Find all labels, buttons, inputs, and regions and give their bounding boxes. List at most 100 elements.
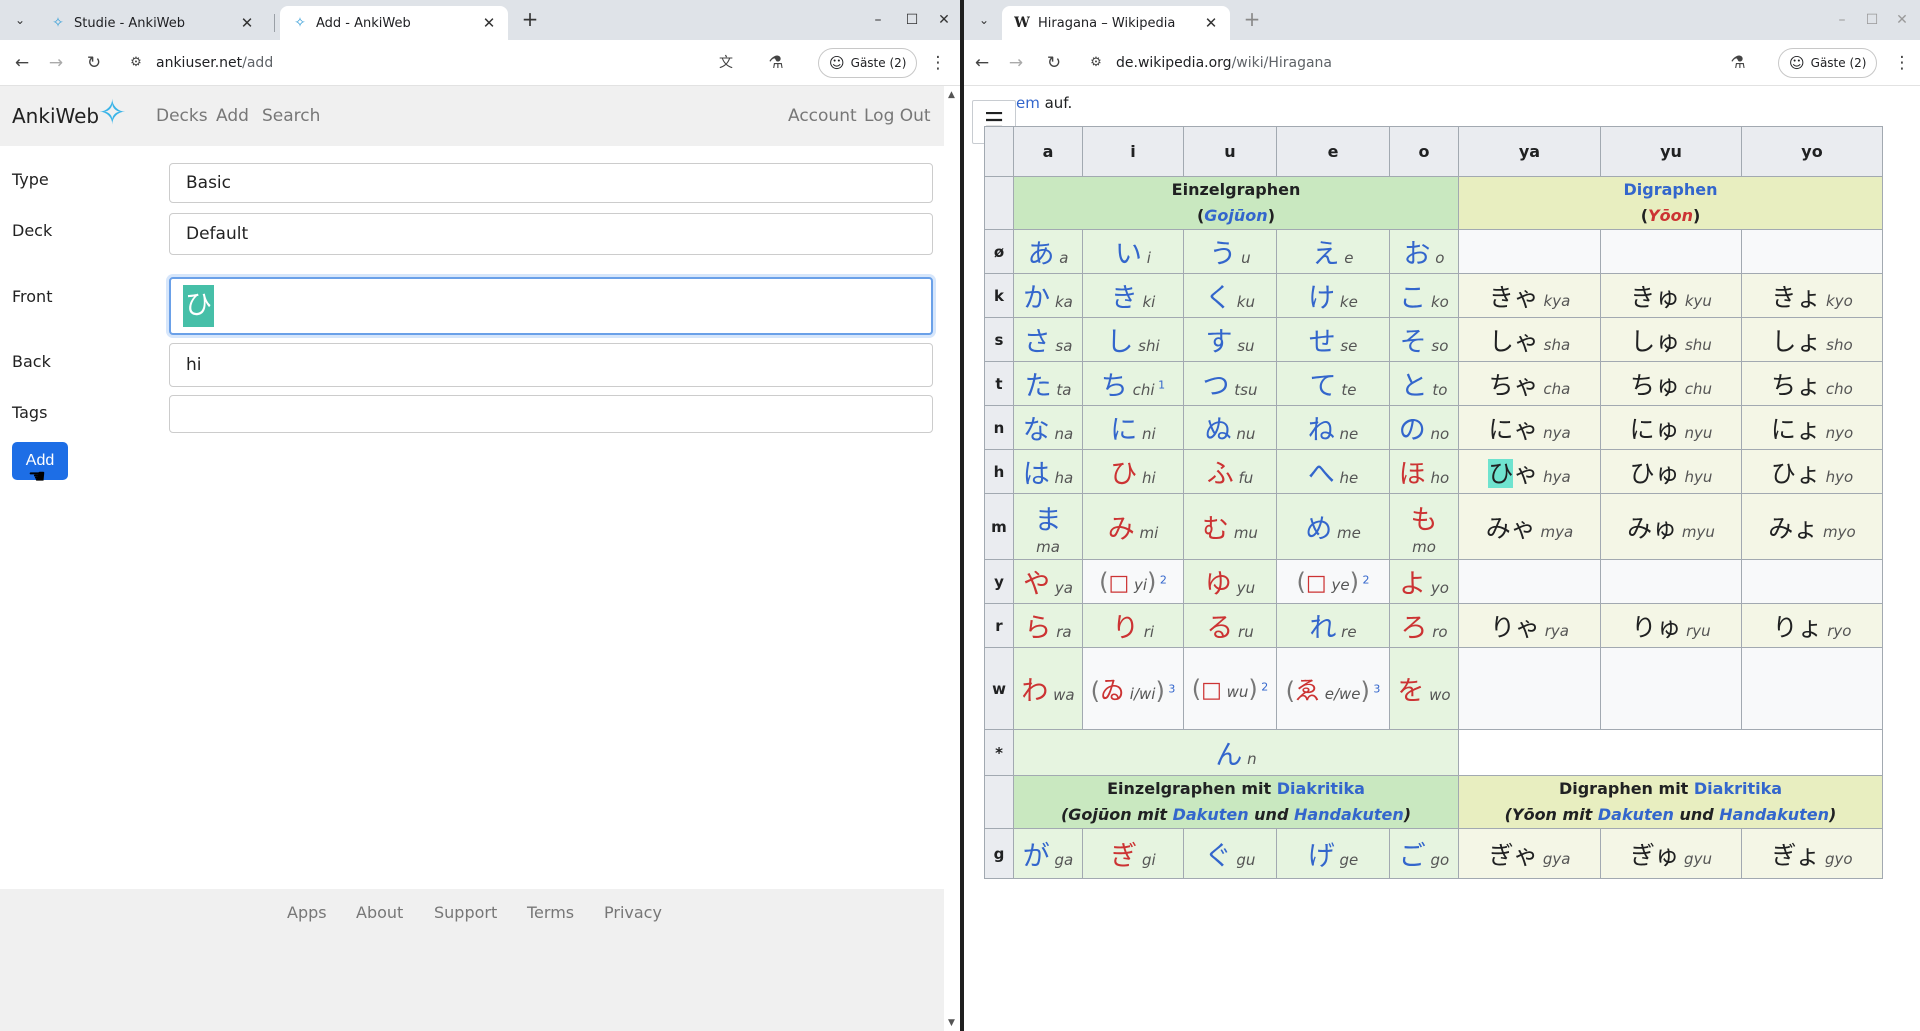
article-link[interactable]: em [1016, 94, 1040, 112]
diakritika-link[interactable]: Diakritika [1277, 779, 1365, 798]
profile-button[interactable]: ☺ Gäste (2) [1778, 48, 1878, 78]
reload-icon[interactable]: ↻ [1042, 51, 1066, 75]
highlighted-kana: ひ [1488, 458, 1514, 488]
back-icon[interactable]: ← [10, 51, 34, 75]
tab-add[interactable]: ✧ Add - AnkiWeb ✕ [280, 6, 508, 40]
kana-glyph: ひ [1110, 459, 1138, 490]
profile-button[interactable]: ☺ Gäste (2) [818, 48, 918, 78]
window-close-icon[interactable]: ✕ [932, 8, 956, 32]
handakuten-link[interactable]: Handakuten [1719, 805, 1829, 824]
footnote-link[interactable]: 3 [1165, 682, 1175, 695]
close-icon[interactable]: ✕ [238, 14, 256, 32]
type-select[interactable]: Basic [169, 163, 933, 203]
anki-star-icon: ✧ [52, 15, 64, 31]
scroll-up-arrow-icon[interactable]: ▲ [948, 90, 955, 100]
digraph-glyph: みょ [1768, 513, 1819, 543]
group-title: Digraphen mit [1558, 779, 1694, 798]
paren: ) [1403, 805, 1412, 824]
menu-kebab-icon[interactable]: ⋮ [926, 51, 950, 75]
kana-cell: が ga [1013, 828, 1083, 879]
diakritika-link[interactable]: Diakritika [1694, 779, 1782, 798]
kana-cell: お o [1389, 229, 1459, 274]
romaji: ra [1051, 623, 1072, 641]
kana-glyph: ま [1034, 504, 1062, 536]
kana-glyph: ご [1398, 841, 1426, 872]
scroll-down-arrow-icon[interactable]: ▼ [948, 1018, 955, 1028]
footnote-link[interactable]: 2 [1258, 680, 1268, 693]
romaji: i [1142, 249, 1151, 267]
column-header: o [1389, 126, 1459, 177]
romaji: wa [1048, 686, 1075, 704]
kana-cell: て te [1276, 361, 1390, 406]
romaji: nyu [1679, 423, 1713, 442]
tags-field[interactable] [169, 395, 933, 433]
window-close-icon[interactable]: ✕ [1890, 8, 1914, 32]
kana-cell: る ru [1183, 603, 1277, 648]
tab-hiragana[interactable]: W Hiragana – Wikipedia ✕ [1002, 6, 1230, 40]
site-settings-icon[interactable]: ⚙ [124, 51, 148, 75]
new-tab-button[interactable]: + [518, 8, 542, 32]
close-icon[interactable]: ✕ [1202, 14, 1220, 32]
footnote-link[interactable]: 1 [1155, 379, 1165, 392]
footer-support[interactable]: Support [434, 903, 497, 922]
nav-add[interactable]: Add [216, 106, 249, 126]
digraph-cell: ぎゅ gyu [1600, 828, 1742, 879]
minimize-icon[interactable]: – [866, 8, 890, 32]
maximize-icon[interactable]: ☐ [900, 8, 924, 32]
dakuten-link[interactable]: Dakuten [1598, 805, 1674, 824]
footnote-link[interactable]: 3 [1370, 682, 1380, 695]
footnote-link[interactable]: 2 [1359, 573, 1369, 586]
close-icon[interactable]: ✕ [480, 14, 498, 32]
menu-kebab-icon[interactable]: ⋮ [1890, 51, 1914, 75]
gojuon-link[interactable]: Gojūon [1204, 206, 1267, 225]
footnote-link[interactable]: 2 [1156, 573, 1167, 586]
front-field[interactable]: ひ [169, 277, 933, 335]
address-bar[interactable]: de.wikipedia.org/wiki/Hiragana [1116, 51, 1332, 75]
tab-studie[interactable]: ✧ Studie - AnkiWeb ✕ [38, 6, 266, 40]
romaji: ryo [1822, 621, 1852, 640]
kana-glyph: そ [1399, 327, 1427, 358]
forward-icon[interactable]: → [1004, 51, 1028, 75]
labs-flask-icon[interactable]: ⚗ [764, 51, 788, 75]
nav-account[interactable]: Account [788, 106, 857, 126]
new-tab-button[interactable]: + [1240, 8, 1264, 32]
kana-glyph: ぎ [1110, 841, 1138, 872]
column-header: yu [1600, 126, 1742, 177]
row-header: y [984, 559, 1014, 604]
tab-strip: ⌄ ✧ Studie - AnkiWeb ✕ ✧ Add - AnkiWeb ✕… [0, 0, 960, 40]
nav-search[interactable]: Search [262, 106, 320, 126]
anki-page: AnkiWeb ✧ Decks Add Search Account Log O… [0, 86, 944, 1031]
reload-icon[interactable]: ↻ [82, 51, 106, 75]
labs-flask-icon[interactable]: ⚗ [1726, 51, 1750, 75]
digraph-cell: ひょ hyo [1741, 449, 1883, 494]
brand-logo-text[interactable]: AnkiWeb [12, 104, 99, 128]
paren: ) [1267, 206, 1275, 225]
kana-glyph: ち [1100, 371, 1128, 402]
nav-logout[interactable]: Log Out [864, 106, 931, 126]
minimize-icon[interactable]: – [1830, 8, 1854, 32]
tab-search-chevron-icon[interactable]: ⌄ [972, 8, 996, 32]
nav-decks[interactable]: Decks [156, 106, 208, 126]
maximize-icon[interactable]: ☐ [1860, 8, 1884, 32]
deck-select[interactable]: Default [169, 213, 933, 255]
address-bar[interactable]: ankiuser.net/add [156, 51, 273, 75]
translate-icon[interactable]: 文 [714, 51, 738, 75]
handakuten-link[interactable]: Handakuten [1294, 805, 1404, 824]
digraph-cell: にょ nyo [1741, 405, 1883, 450]
yoon-link[interactable]: Yōon [1648, 206, 1693, 225]
footer-apps[interactable]: Apps [287, 903, 327, 922]
tab-search-chevron-icon[interactable]: ⌄ [8, 8, 32, 32]
footer-terms[interactable]: Terms [527, 903, 574, 922]
empty-cell [1458, 729, 1883, 776]
site-settings-icon[interactable]: ⚙ [1084, 51, 1108, 75]
kana-cell: い i [1082, 229, 1184, 274]
footer-privacy[interactable]: Privacy [604, 903, 662, 922]
footer-about[interactable]: About [356, 903, 403, 922]
dakuten-link[interactable]: Dakuten [1173, 805, 1249, 824]
forward-icon[interactable]: → [44, 51, 68, 75]
front-value: ひ [183, 285, 214, 327]
back-icon[interactable]: ← [970, 51, 994, 75]
empty-cell [1741, 229, 1883, 274]
back-field[interactable]: hi [169, 343, 933, 387]
digraphen-link[interactable]: Digraphen [1624, 180, 1718, 199]
